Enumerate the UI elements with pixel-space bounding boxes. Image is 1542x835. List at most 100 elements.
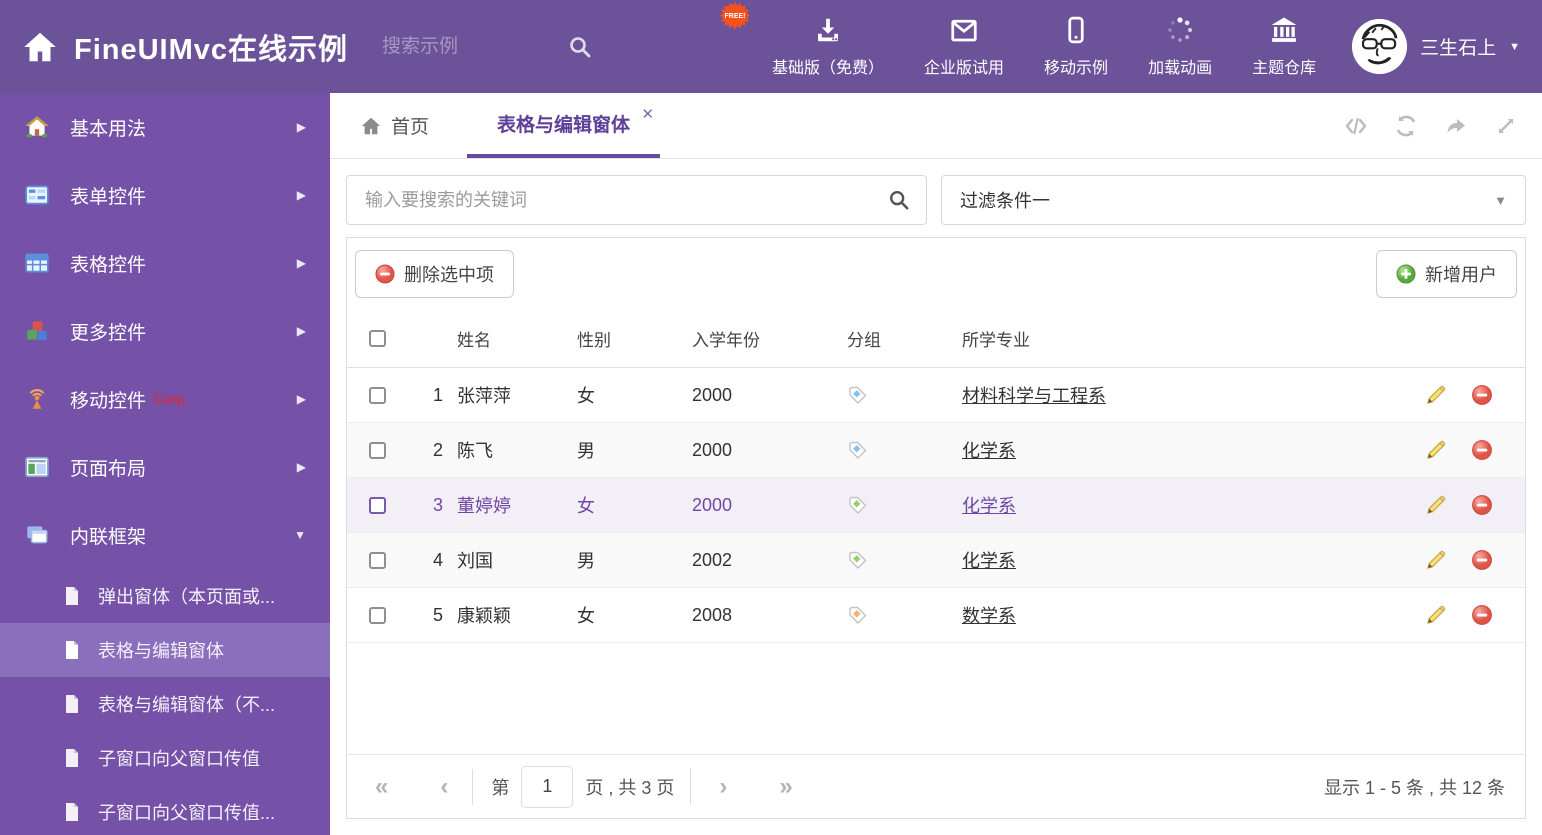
table-row[interactable]: 2 陈飞 男 2000 化学系 (347, 423, 1525, 478)
chevron-down-icon: ▼ (1509, 40, 1520, 53)
row-index: 4 (432, 549, 443, 570)
pagination-bar: « ‹ 第 页 , 共 3 页 › » 显示 1 - 5 条 , 共 12 条 (347, 754, 1525, 818)
first-page-button[interactable]: « (375, 774, 388, 799)
sidebar-item-basic-usage[interactable]: 基本用法 ▶ (0, 93, 330, 161)
filter-dropdown[interactable]: 过滤条件一 ▼ (941, 175, 1526, 225)
column-name[interactable]: 姓名 (447, 326, 567, 351)
spinner-icon (1168, 17, 1193, 42)
home-icon[interactable] (22, 29, 58, 65)
edit-icon[interactable] (1425, 549, 1447, 571)
page-number-input[interactable] (521, 765, 574, 808)
row-checkbox[interactable] (368, 496, 386, 514)
major-link[interactable]: 数学系 (962, 606, 1016, 626)
close-icon[interactable]: ✕ (641, 105, 654, 123)
sidebar-item-more-controls[interactable]: 更多控件 ▶ (0, 297, 330, 365)
sidebar-subitem-child-to-parent[interactable]: 子窗口向父窗口传值 (0, 731, 330, 785)
delete-selected-button[interactable]: 删除选中项 (355, 250, 514, 298)
delete-icon[interactable] (1471, 549, 1493, 571)
major-link[interactable]: 材料科学与工程系 (962, 386, 1106, 406)
tab-home[interactable]: 首页 (344, 93, 445, 158)
keyword-search-box (346, 175, 927, 225)
select-all-checkbox[interactable] (368, 330, 386, 347)
filter-dropdown-value: 过滤条件一 (960, 191, 1050, 211)
user-name: 三生石上 (1420, 38, 1497, 59)
refresh-icon[interactable] (1394, 114, 1418, 138)
keyword-search-input[interactable] (363, 188, 888, 212)
table-row[interactable]: 5 康颖颖 女 2008 数学系 (347, 588, 1525, 643)
sidebar-item-mobile-controls[interactable]: 移动控件 Corp. ▶ (0, 365, 330, 433)
delete-icon[interactable] (1471, 439, 1493, 461)
chevron-right-icon: ▶ (296, 120, 306, 134)
sidebar-subitem-child-to-parent-2[interactable]: 子窗口向父窗口传值... (0, 785, 330, 835)
edit-icon[interactable] (1425, 384, 1447, 406)
sidebar-item-page-layout[interactable]: 页面布局 ▶ (0, 433, 330, 501)
nav-basic-edition[interactable]: FREE! 基础版（免费） (720, 2, 884, 78)
corp-badge: Corp. (154, 391, 189, 407)
sidebar-item-form-controls[interactable]: 表单控件 ▶ (0, 161, 330, 229)
nav-enterprise-trial[interactable]: 企业版试用 (924, 15, 1004, 78)
table-row-selected[interactable]: 3 董婷婷 女 2000 化学系 (347, 478, 1525, 533)
nav-loading-animation[interactable]: 加载动画 (1148, 15, 1212, 78)
pager-divider (690, 768, 692, 805)
table-row[interactable]: 1 张萍萍 女 2000 材料科学与工程系 (347, 368, 1525, 423)
page-label-before: 第 (491, 777, 510, 798)
share-icon[interactable] (1444, 114, 1468, 138)
minus-circle-icon (375, 264, 395, 284)
sidebar-item-iframe[interactable]: 内联框架 ▼ (0, 501, 330, 569)
column-gender[interactable]: 性别 (567, 326, 682, 351)
prev-page-button[interactable]: ‹ (440, 774, 448, 799)
column-group[interactable]: 分组 (837, 326, 952, 351)
code-icon[interactable] (1344, 114, 1368, 138)
app-title: FineUIMvc在线示例 (74, 33, 349, 66)
cell-year: 2008 (692, 604, 733, 625)
user-menu[interactable]: 三生石上 ▼ (1352, 19, 1520, 74)
tag-blue-icon (849, 386, 867, 404)
mobile-icon (1068, 16, 1084, 44)
last-page-button[interactable]: » (779, 774, 792, 799)
add-user-button[interactable]: 新增用户 (1376, 250, 1517, 298)
row-index: 2 (432, 439, 443, 460)
page-label-after: 页 , 共 3 页 (585, 777, 675, 798)
major-link[interactable]: 化学系 (962, 496, 1016, 516)
sidebar-subitem-label: 子窗口向父窗口传值 (98, 749, 260, 769)
layout-icon (25, 456, 49, 478)
delete-icon[interactable] (1471, 494, 1493, 516)
row-checkbox[interactable] (368, 386, 386, 404)
cell-gender: 女 (577, 496, 595, 516)
column-major[interactable]: 所学专业 (952, 326, 1397, 351)
edit-icon[interactable] (1425, 439, 1447, 461)
sidebar-subitem-grid-edit-window-2[interactable]: 表格与编辑窗体（不... (0, 677, 330, 731)
sidebar-subitem-popup-window[interactable]: 弹出窗体（本页面或... (0, 569, 330, 623)
sidebar-subitem-grid-edit-window[interactable]: 表格与编辑窗体 (0, 623, 330, 677)
chevron-right-icon: ▶ (296, 188, 306, 202)
header-search-input[interactable] (380, 34, 531, 59)
edit-icon[interactable] (1425, 604, 1447, 626)
chevron-down-icon: ▼ (1494, 192, 1507, 208)
delete-icon[interactable] (1471, 604, 1493, 626)
page-icon (66, 587, 78, 605)
nav-theme-repo[interactable]: 主题仓库 (1252, 15, 1316, 78)
next-page-button[interactable]: › (719, 774, 727, 799)
major-link[interactable]: 化学系 (962, 441, 1016, 461)
search-icon[interactable] (888, 189, 910, 211)
cell-gender: 男 (577, 551, 595, 571)
major-link[interactable]: 化学系 (962, 551, 1016, 571)
edit-icon[interactable] (1425, 494, 1447, 516)
grid-empty-space (347, 643, 1525, 754)
nav-mobile-demo[interactable]: 移动示例 (1044, 15, 1108, 78)
tag-blue-icon (849, 441, 867, 459)
tag-green-icon (849, 551, 867, 569)
row-index: 5 (432, 604, 443, 625)
row-checkbox[interactable] (368, 551, 386, 569)
table-row[interactable]: 4 刘国 男 2002 化学系 (347, 533, 1525, 588)
chevron-right-icon: ▶ (296, 324, 306, 338)
sidebar-item-grid-controls[interactable]: 表格控件 ▶ (0, 229, 330, 297)
search-icon[interactable] (568, 35, 592, 59)
delete-icon[interactable] (1471, 384, 1493, 406)
expand-icon[interactable] (1494, 114, 1518, 138)
row-checkbox[interactable] (368, 606, 386, 624)
row-checkbox[interactable] (368, 441, 386, 459)
tab-grid-edit-window[interactable]: 表格与编辑窗体 ✕ (467, 93, 661, 158)
chevron-right-icon: ▶ (296, 460, 306, 474)
column-year[interactable]: 入学年份 (682, 326, 837, 351)
